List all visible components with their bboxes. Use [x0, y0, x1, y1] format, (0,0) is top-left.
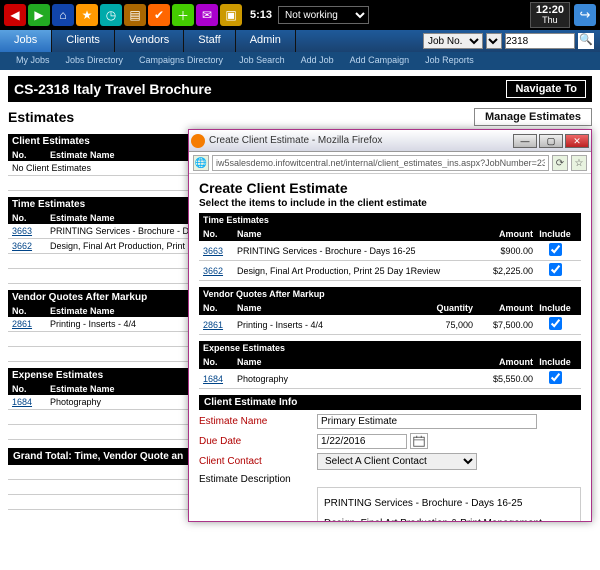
- tab-admin[interactable]: Admin: [236, 30, 296, 52]
- client-estimate-info-header: Client Estimate Info: [199, 395, 581, 410]
- table-row: 3663PRINTING Services - Brochure - Days …: [199, 241, 581, 261]
- star-icon[interactable]: ★: [76, 4, 98, 26]
- maximize-button[interactable]: ▢: [539, 134, 563, 148]
- tab-jobs[interactable]: Jobs: [0, 30, 52, 52]
- no-client-estimates: No Client Estimates: [12, 163, 91, 173]
- search-type-select[interactable]: Job No.: [423, 33, 483, 49]
- tab-vendors[interactable]: Vendors: [115, 30, 184, 52]
- expense-row-no[interactable]: 1684: [12, 397, 50, 407]
- include-checkbox[interactable]: [549, 263, 562, 276]
- calc-icon[interactable]: ▤: [124, 4, 146, 26]
- navigate-to-button[interactable]: Navigate To: [506, 80, 586, 98]
- search-icon[interactable]: 🔍: [578, 33, 594, 49]
- subnav-jobreports[interactable]: Job Reports: [417, 52, 482, 70]
- estimate-name-label: Estimate Name: [199, 416, 317, 427]
- subnav-myjobs[interactable]: My Jobs: [8, 52, 58, 70]
- dlg-expense-header: Expense Estimates: [199, 341, 581, 355]
- firefox-icon: [191, 134, 205, 148]
- dialog-heading: Create Client Estimate: [199, 180, 581, 196]
- table-row: 3662Design, Final Art Production, Print …: [199, 261, 581, 281]
- subnav-addcamp[interactable]: Add Campaign: [342, 52, 418, 70]
- table-row: 1684Photography$5,550.00: [199, 369, 581, 389]
- nav-fwd-icon[interactable]: ▶: [28, 4, 50, 26]
- include-checkbox[interactable]: [549, 243, 562, 256]
- url-bar[interactable]: [212, 155, 549, 171]
- subnav-campdir[interactable]: Campaigns Directory: [131, 52, 231, 70]
- create-client-estimate-dialog: Create Client Estimate - Mozilla Firefox…: [188, 129, 592, 522]
- estimate-name-input[interactable]: [317, 414, 537, 429]
- dialog-subheading: Select the items to include in the clien…: [199, 198, 581, 209]
- dlg-time-header: Time Estimates: [199, 213, 581, 227]
- include-checkbox[interactable]: [549, 317, 562, 330]
- status-select[interactable]: Not working: [278, 6, 369, 24]
- clock-icon[interactable]: ◷: [100, 4, 122, 26]
- nav-back-icon[interactable]: ◀: [4, 4, 26, 26]
- close-button[interactable]: ✕: [565, 134, 589, 148]
- page-subtitle: Estimates: [8, 109, 74, 125]
- check-icon[interactable]: ✔: [148, 4, 170, 26]
- dialog-title: Create Client Estimate - Mozilla Firefox: [209, 135, 511, 146]
- time-row-no[interactable]: 3662: [12, 241, 50, 251]
- time-row-no[interactable]: 3663: [12, 226, 50, 236]
- minimize-button[interactable]: —: [513, 134, 537, 148]
- folder-icon[interactable]: ▣: [220, 4, 242, 26]
- page-title: CS-2318 Italy Travel Brochure: [14, 81, 212, 97]
- exit-icon[interactable]: ↪: [574, 4, 596, 26]
- tab-clients[interactable]: Clients: [52, 30, 115, 52]
- estimate-description-label: Estimate Description: [199, 474, 317, 485]
- calendar-icon[interactable]: [410, 433, 428, 449]
- chat-icon[interactable]: ✉: [196, 4, 218, 26]
- due-date-input[interactable]: [317, 434, 407, 449]
- home-icon[interactable]: ⌂: [52, 4, 74, 26]
- client-contact-label: Client Contact: [199, 456, 317, 467]
- vendor-row-no[interactable]: 2861: [12, 319, 50, 329]
- plus-icon[interactable]: ＋: [172, 4, 194, 26]
- tab-staff[interactable]: Staff: [184, 30, 235, 52]
- search-op-select[interactable]: =: [486, 33, 502, 49]
- table-row: 2861Printing - Inserts - 4/475,000$7,500…: [199, 315, 581, 335]
- subnav-jobsearch[interactable]: Job Search: [231, 52, 293, 70]
- due-date-label: Due Date: [199, 436, 317, 447]
- current-time: 5:13: [250, 9, 272, 21]
- identity-icon[interactable]: 🌐: [193, 155, 209, 171]
- estimate-description-box[interactable]: PRINTING Services - Brochure - Days 16-2…: [317, 487, 581, 521]
- include-checkbox[interactable]: [549, 371, 562, 384]
- client-contact-select[interactable]: Select A Client Contact: [317, 453, 477, 470]
- bookmark-icon[interactable]: ☆: [571, 155, 587, 171]
- search-input[interactable]: [505, 33, 575, 49]
- clock-display: 12:20 Thu: [530, 2, 570, 28]
- manage-estimates-button[interactable]: Manage Estimates: [474, 108, 592, 126]
- reload-icon[interactable]: ⟳: [552, 155, 568, 171]
- subnav-addjob[interactable]: Add Job: [293, 52, 342, 70]
- subnav-jobsdir[interactable]: Jobs Directory: [58, 52, 132, 70]
- dlg-vendor-header: Vendor Quotes After Markup: [199, 287, 581, 301]
